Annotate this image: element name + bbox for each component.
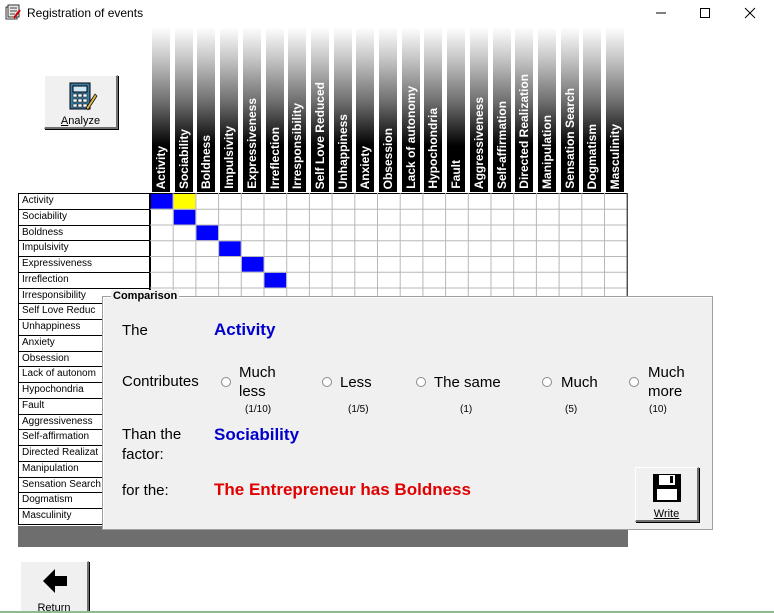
column-header-label: Directed Realization	[517, 74, 532, 189]
window-title: Registration of events	[27, 6, 144, 20]
event-value: The Entrepreneur has Boldness	[214, 480, 471, 499]
column-header-label: Boldness	[199, 134, 214, 189]
calculator-icon	[69, 82, 98, 111]
column-header-label: Expressiveness	[244, 98, 259, 189]
column-header-label: Dogmatism	[585, 123, 600, 189]
column-header: Masculinity	[606, 28, 624, 192]
close-icon	[744, 7, 756, 19]
radio-much-less[interactable]	[221, 377, 231, 387]
filled-cell[interactable]	[173, 209, 196, 225]
filled-cell[interactable]	[264, 272, 287, 288]
minimize-icon	[656, 12, 666, 14]
write-label: Write	[653, 508, 680, 520]
minimize-button[interactable]	[638, 0, 684, 26]
column-header: Obsession	[379, 28, 397, 192]
option-the-same-scale: (1)	[460, 404, 473, 415]
option-much-label: Much	[561, 374, 598, 391]
column-header: Irresponsibility	[288, 28, 307, 192]
column-header: Impulsivity	[220, 28, 239, 192]
maximize-icon	[700, 8, 710, 18]
column-header-label: Activity	[154, 145, 168, 189]
row-label: Activity	[18, 193, 150, 209]
row-label: Impulsivity	[18, 240, 150, 257]
radio-much-more[interactable]	[629, 377, 639, 387]
option-much-less-scale: (1/10)	[245, 404, 272, 415]
column-header-label: Sensation Search	[562, 88, 577, 189]
back-arrow-icon	[43, 569, 67, 593]
write-button[interactable]: Write	[635, 467, 699, 522]
column-header: Anxiety	[356, 28, 375, 192]
row-label: Boldness	[18, 224, 150, 241]
column-header: Sociability	[174, 28, 193, 192]
row-label: Irreflection	[18, 271, 150, 288]
analyze-button[interactable]: Analyze	[44, 75, 118, 129]
filled-cell[interactable]	[151, 194, 173, 209]
the-label: The	[122, 322, 148, 339]
column-header-label: Sociability	[176, 128, 191, 189]
column-header-label: Self-affirmation	[494, 100, 509, 189]
current-cell[interactable]	[173, 194, 196, 209]
contributes-label: Contributes	[122, 373, 199, 390]
than-the-factor-label: Than the factor:	[122, 426, 182, 463]
row-label: Expressiveness	[18, 256, 150, 272]
column-header: Manipulation	[537, 28, 556, 192]
close-button[interactable]	[727, 0, 773, 26]
floppy-disk-icon	[653, 474, 681, 502]
column-header: Lack of autonomy	[401, 28, 420, 192]
analyze-label: Analyze	[60, 115, 101, 127]
column-header-label: Hypochondria	[426, 108, 441, 189]
column-header: Sensation Search	[560, 28, 579, 192]
column-header-label: Aggressiveness	[471, 96, 486, 189]
column-header-label: Anxiety	[358, 145, 373, 189]
column-header-label: Impulsivity	[222, 126, 237, 189]
option-the-same-label: The same	[434, 374, 501, 391]
column-header-label: Manipulation	[539, 115, 554, 189]
maximize-button[interactable]	[682, 0, 728, 26]
column-header: Directed Realization	[515, 28, 534, 192]
column-header-label: Unhappiness	[335, 113, 350, 189]
column-header: Dogmatism	[583, 28, 602, 192]
factor-column-headers: Activity Sociability Boldness Impulsivity Ex…	[150, 28, 627, 192]
option-much-more-label: Much more	[648, 364, 685, 400]
option-less-scale: (1/5)	[348, 404, 369, 415]
column-header-label: Fault	[449, 160, 464, 189]
column-header: Boldness	[197, 28, 216, 192]
option-much-more-scale: (10)	[649, 404, 667, 415]
radio-much[interactable]	[542, 377, 552, 387]
column-header: Hypochondria	[424, 28, 443, 192]
column-header: Expressiveness	[242, 28, 261, 192]
column-header: Aggressiveness	[469, 28, 488, 192]
column-header-label: Irresponsibility	[290, 102, 305, 189]
column-header-label: Lack of autonomy	[403, 86, 418, 189]
title-bar: Registration of events	[0, 0, 774, 26]
column-header-label: Irreflection	[267, 126, 282, 189]
row-label: Sociability	[18, 208, 150, 225]
comparison-title: Comparison	[111, 290, 180, 302]
factor-a-value: Activity	[214, 320, 276, 339]
column-header-label: Obsession	[381, 127, 395, 189]
for-the-label: for the:	[122, 482, 169, 499]
return-button[interactable]: Return	[20, 561, 89, 613]
option-less-label: Less	[340, 374, 372, 391]
column-header-label: Masculinity	[608, 123, 622, 189]
column-header: Fault	[447, 28, 466, 192]
column-header: Self-affirmation	[492, 28, 511, 192]
filled-cell[interactable]	[196, 225, 219, 241]
column-header: Self Love Reduced	[310, 28, 329, 192]
option-much-scale: (5)	[565, 404, 578, 415]
radio-the-same[interactable]	[416, 377, 426, 387]
column-header-label: Self Love Reduced	[312, 81, 327, 189]
option-much-less-label: Much less	[239, 364, 276, 400]
app-icon	[5, 4, 21, 20]
column-header: Irreflection	[265, 28, 284, 192]
filled-cell[interactable]	[241, 257, 264, 272]
column-header: Activity	[152, 28, 170, 192]
filled-cell[interactable]	[219, 241, 241, 256]
comparison-panel: Comparison The Activity Contributes Much…	[102, 290, 713, 530]
radio-less[interactable]	[322, 377, 332, 387]
column-header: Unhappiness	[333, 28, 352, 192]
factor-b-value: Sociability	[214, 425, 300, 444]
